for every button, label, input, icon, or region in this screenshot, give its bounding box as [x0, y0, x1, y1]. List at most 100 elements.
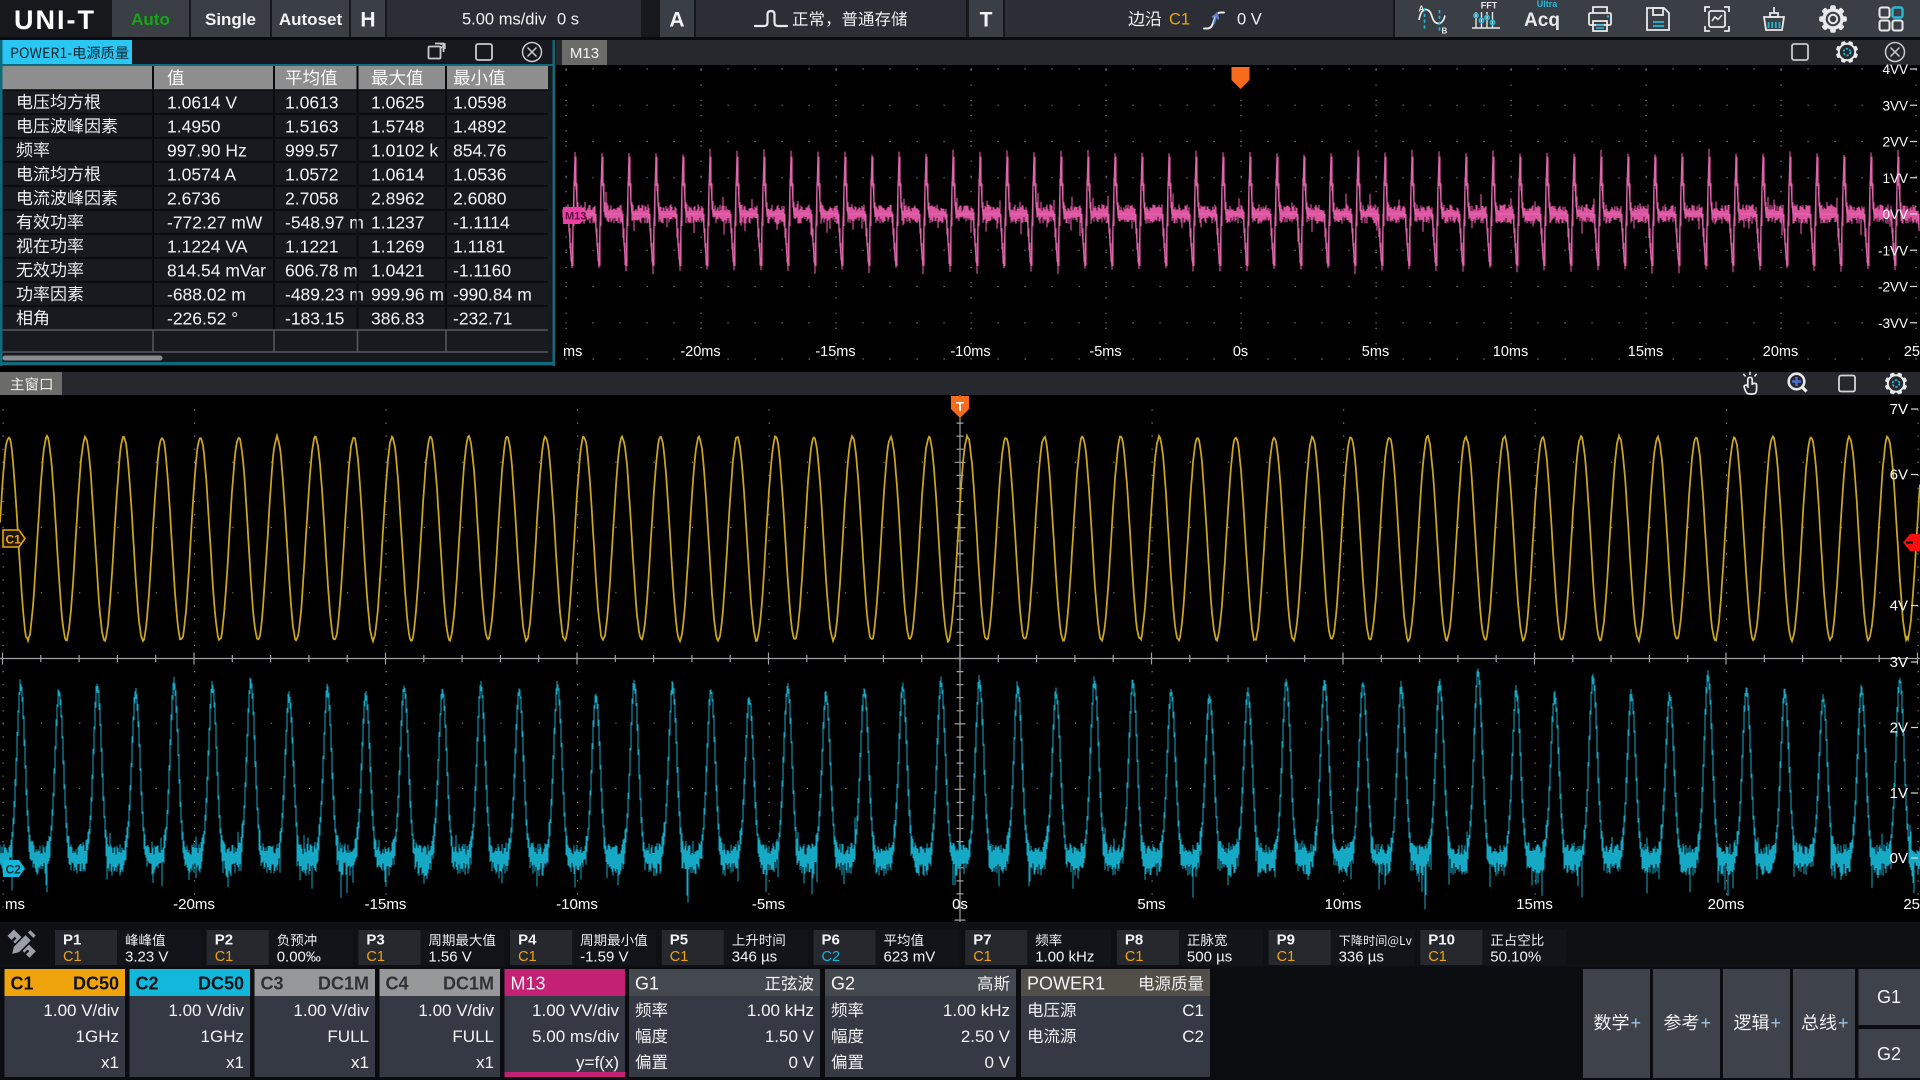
svg-text:x1: x1: [476, 1053, 494, 1072]
svg-text:1.0613: 1.0613: [285, 93, 339, 113]
svg-text:1.0421: 1.0421: [371, 261, 425, 281]
svg-text:1.0598: 1.0598: [453, 93, 507, 113]
svg-text:P9: P9: [1277, 932, 1295, 949]
svg-text:+: +: [1771, 1013, 1782, 1033]
svg-text:Acq: Acq: [1524, 10, 1560, 31]
svg-text:+: +: [1631, 1013, 1642, 1033]
svg-text:-5ms: -5ms: [752, 896, 785, 913]
svg-text:1.1237: 1.1237: [371, 213, 425, 233]
svg-text:C1: C1: [366, 949, 385, 965]
svg-text:1.00 V/div: 1.00 V/div: [418, 1001, 494, 1020]
svg-text:1.00 V/div: 1.00 V/div: [293, 1001, 369, 1020]
svg-text:P1: P1: [63, 932, 81, 949]
svg-text:1.0536: 1.0536: [453, 165, 507, 185]
svg-text:C1: C1: [11, 974, 34, 994]
svg-text:999.96 m: 999.96 m: [371, 285, 444, 305]
svg-text:814.54 mVar: 814.54 mVar: [167, 261, 266, 281]
svg-text:1.1181: 1.1181: [453, 237, 505, 257]
svg-text:2.50 V: 2.50 V: [961, 1027, 1011, 1046]
svg-text:3V: 3V: [1890, 654, 1908, 671]
svg-text:4VV: 4VV: [1882, 62, 1908, 77]
svg-text:606.78 m: 606.78 m: [285, 261, 358, 281]
svg-text:20ms: 20ms: [1763, 344, 1798, 360]
svg-text:-15ms: -15ms: [365, 896, 407, 913]
svg-text:Autoset: Autoset: [279, 10, 343, 29]
svg-text:25: 25: [1903, 896, 1920, 913]
svg-text:0s: 0s: [952, 896, 968, 913]
svg-text:G1: G1: [635, 974, 659, 994]
svg-text:+: +: [1838, 1013, 1849, 1033]
svg-text:x1: x1: [101, 1053, 119, 1072]
svg-text:M13: M13: [570, 45, 599, 62]
svg-text:3.23 V: 3.23 V: [125, 949, 168, 966]
svg-text:3VV: 3VV: [1882, 98, 1908, 113]
svg-text:C1: C1: [1428, 949, 1447, 965]
svg-text:1.00 kHz: 1.00 kHz: [747, 1001, 814, 1020]
svg-text:1.0614 V: 1.0614 V: [167, 93, 237, 113]
svg-text:1.1221: 1.1221: [285, 237, 339, 257]
svg-text:C1: C1: [1125, 949, 1144, 965]
svg-text:-20ms: -20ms: [173, 896, 215, 913]
svg-text:M13: M13: [565, 211, 586, 223]
svg-text:1.4950: 1.4950: [167, 117, 221, 137]
svg-text:B: B: [1442, 27, 1448, 36]
svg-text:x1: x1: [351, 1053, 369, 1072]
svg-text:-226.52 °: -226.52 °: [167, 309, 238, 329]
svg-text:-1VV: -1VV: [1878, 243, 1908, 258]
svg-text:C2: C2: [136, 974, 159, 994]
svg-text:C1: C1: [6, 533, 22, 547]
svg-text:-10ms: -10ms: [556, 896, 598, 913]
svg-text:2.6736: 2.6736: [167, 189, 221, 209]
svg-text:0 V: 0 V: [1237, 11, 1262, 29]
svg-text:346 µs: 346 µs: [732, 949, 777, 966]
svg-text:-990.84 m: -990.84 m: [453, 285, 532, 305]
svg-text:997.90 Hz: 997.90 Hz: [167, 141, 247, 161]
svg-text:C1: C1: [1169, 11, 1190, 29]
svg-text:-20ms: -20ms: [680, 344, 720, 360]
svg-text:DC50: DC50: [73, 974, 119, 994]
svg-text:2V: 2V: [1890, 720, 1908, 737]
svg-text:5.00 ms/div: 5.00 ms/div: [532, 1027, 619, 1046]
svg-text:0.00‰: 0.00‰: [277, 949, 321, 966]
svg-text:1.00 V/div: 1.00 V/div: [43, 1001, 119, 1020]
svg-text:ms: ms: [5, 896, 25, 913]
svg-text:DC1M: DC1M: [443, 974, 494, 994]
svg-text:1.00 V/div: 1.00 V/div: [168, 1001, 244, 1020]
svg-text:5.00 ms/div: 5.00 ms/div: [462, 11, 547, 29]
svg-text:-3VV: -3VV: [1878, 316, 1908, 331]
svg-text:C1: C1: [63, 949, 82, 965]
svg-text:POWER1: POWER1: [1027, 974, 1105, 994]
svg-text:2VV: 2VV: [1882, 135, 1908, 150]
svg-text:A: A: [669, 9, 684, 32]
svg-text:-489.23 m: -489.23 m: [285, 285, 364, 305]
svg-text:386.83: 386.83: [371, 309, 425, 329]
svg-text:7V: 7V: [1890, 401, 1908, 418]
svg-text:1.0574 A: 1.0574 A: [167, 165, 236, 185]
svg-text:Ultra: Ultra: [1537, 0, 1558, 9]
svg-text:20ms: 20ms: [1708, 896, 1745, 913]
svg-text:P3: P3: [366, 932, 384, 949]
svg-text:C3: C3: [261, 974, 284, 994]
svg-text:10ms: 10ms: [1493, 344, 1528, 360]
svg-text:-183.15: -183.15: [285, 309, 344, 329]
svg-text:-1.1114: -1.1114: [453, 213, 510, 233]
svg-text:1V: 1V: [1890, 785, 1908, 802]
svg-text:999.57: 999.57: [285, 141, 339, 161]
svg-text:y=f(x): y=f(x): [576, 1053, 619, 1072]
svg-text:T: T: [956, 399, 964, 414]
svg-text:Auto: Auto: [131, 10, 170, 29]
svg-text:-1.1160: -1.1160: [453, 261, 511, 281]
svg-text:-15ms: -15ms: [815, 344, 855, 360]
svg-text:15ms: 15ms: [1516, 896, 1553, 913]
svg-text:5ms: 5ms: [1362, 344, 1389, 360]
svg-text:A: A: [1419, 5, 1425, 14]
svg-text:-5ms: -5ms: [1089, 344, 1121, 360]
svg-text:P8: P8: [1125, 932, 1143, 949]
svg-text:4V: 4V: [1890, 598, 1908, 615]
svg-text:FULL: FULL: [327, 1027, 369, 1046]
svg-text:C1: C1: [973, 949, 992, 965]
svg-text:P4: P4: [518, 932, 537, 949]
svg-text:-232.71: -232.71: [453, 309, 512, 329]
svg-text:6V: 6V: [1890, 467, 1908, 484]
svg-text:1GHz: 1GHz: [76, 1027, 119, 1046]
